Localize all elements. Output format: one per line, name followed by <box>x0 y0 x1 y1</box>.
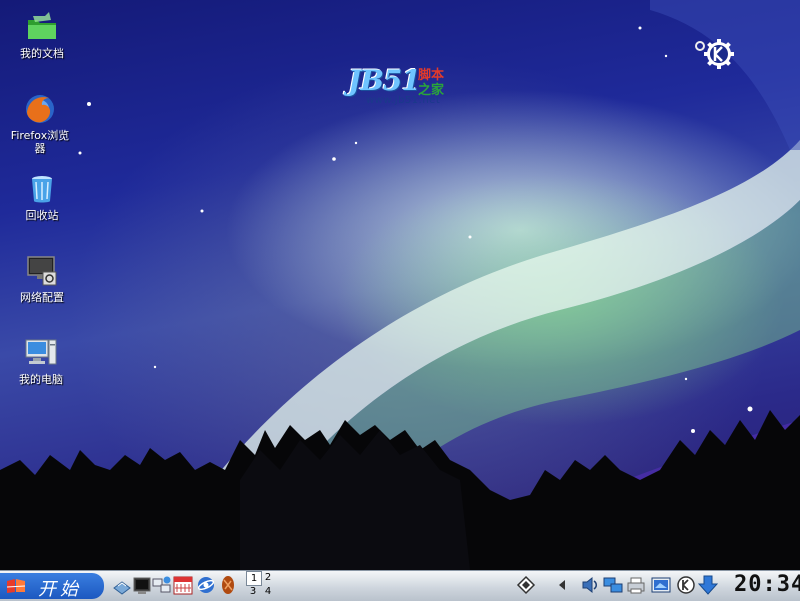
desktop-icon-label: 我的电脑 <box>19 373 63 386</box>
desktop-icon-my-documents[interactable]: 我的文档 <box>10 10 74 60</box>
printer-icon[interactable] <box>626 574 646 596</box>
display-settings-icon[interactable] <box>651 574 671 596</box>
pager-desktop-4[interactable]: 4 <box>261 585 275 598</box>
calendar-icon[interactable] <box>173 574 193 596</box>
site-watermark: JB51 脚本 之家 www.jb51.net <box>348 62 448 112</box>
start-flag-icon <box>6 579 26 593</box>
computer-icon <box>25 339 57 365</box>
firefox-icon <box>26 95 54 123</box>
desktop-icon-label: Firefox浏览器 <box>10 129 70 155</box>
desktop-icon-label: 回收站 <box>25 209 59 222</box>
watermark-url: www.jb51.net <box>366 95 441 106</box>
desktop-pager: 1 2 3 4 <box>246 571 276 599</box>
trash-icon <box>32 176 52 203</box>
show-desktop-icon[interactable] <box>112 574 132 596</box>
folder-icon <box>28 12 56 39</box>
desktop-icon-label: 我的文档 <box>20 47 64 60</box>
start-button-label: 开始 <box>38 579 82 600</box>
update-download-icon[interactable] <box>698 574 718 596</box>
start-button[interactable]: 开始 <box>0 573 104 600</box>
tray-handle-icon[interactable] <box>516 574 536 596</box>
browser-icon[interactable] <box>196 574 216 596</box>
desktop-icon-firefox[interactable]: Firefox浏览器 <box>8 92 72 155</box>
desktop-icon-trash[interactable]: 回收站 <box>10 172 74 222</box>
desktop-icon-network-config[interactable]: 网络配置 <box>10 254 74 304</box>
desktop: 我的文档 Firefox浏览器 回收站 网络配置 我的电脑 JB51 脚本 之家… <box>0 0 800 570</box>
pager-desktop-3[interactable]: 3 <box>246 585 260 598</box>
tray-collapse-arrow-icon[interactable] <box>556 574 568 596</box>
volume-icon[interactable] <box>580 574 600 596</box>
pager-desktop-2[interactable]: 2 <box>261 571 275 584</box>
network-apps-icon[interactable] <box>152 574 172 596</box>
taskbar-clock[interactable]: 20:34 <box>734 572 800 598</box>
pager-desktop-1[interactable]: 1 <box>246 571 262 586</box>
desktop-icon-my-computer[interactable]: 我的电脑 <box>9 336 73 386</box>
kde-menu-tray-icon[interactable] <box>676 574 696 596</box>
network-config-icon <box>27 256 57 286</box>
watermark-brand: JB51 <box>348 64 421 97</box>
network-status-icon[interactable] <box>603 574 623 596</box>
kde-logo-icon <box>695 39 734 69</box>
desktop-icon-label: 网络配置 <box>20 291 64 304</box>
terminal-icon[interactable] <box>132 574 152 596</box>
firefox-launcher-icon[interactable] <box>218 574 238 596</box>
